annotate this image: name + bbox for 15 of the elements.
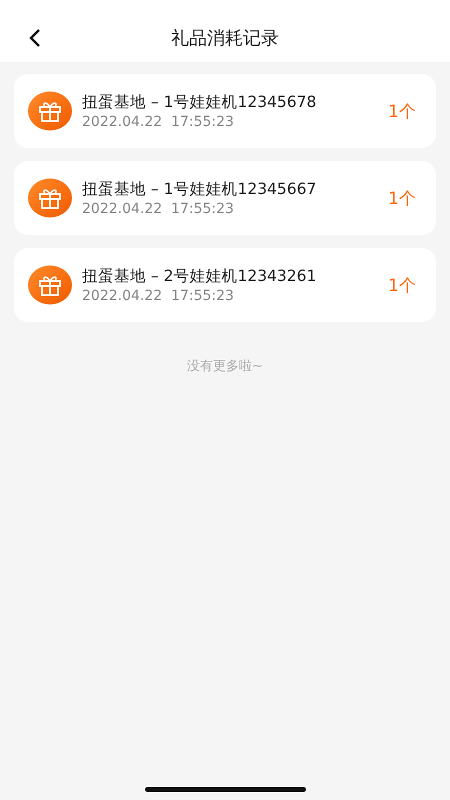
record-count: 1个: [388, 100, 416, 122]
record-time: 2022.04.22 17:55:23: [82, 201, 234, 217]
end-of-list-text: 没有更多啦~: [187, 358, 263, 375]
record-title: 扭蛋基地 – 2号娃娃机12343261: [82, 266, 316, 287]
record-count: 1个: [388, 188, 416, 210]
record-count: 1个: [388, 274, 416, 296]
gift-icon: [28, 178, 72, 218]
record-time: 2022.04.22 17:55:23: [82, 114, 234, 130]
record-title: 扭蛋基地 – 1号娃娃机12345678: [82, 92, 316, 113]
record-title: 扭蛋基地 – 1号娃娃机12345667: [82, 179, 316, 200]
gift-icon: [28, 265, 72, 305]
back-icon: [28, 28, 42, 48]
gift-icon: [28, 91, 72, 131]
page-title: 礼品消耗记录: [171, 27, 279, 51]
record-time: 2022.04.22 17:55:23: [82, 288, 234, 304]
